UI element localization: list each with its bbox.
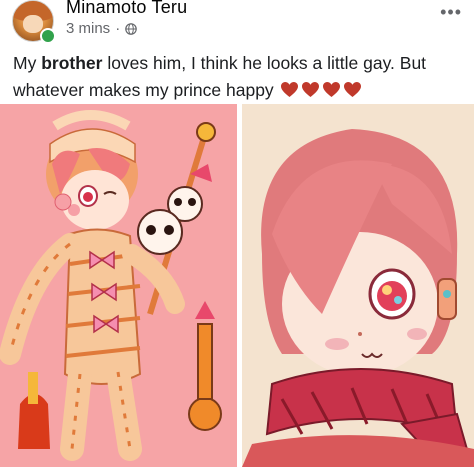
author-name[interactable]: Minamoto Teru <box>66 0 187 18</box>
left-illustration <box>0 104 237 467</box>
post-text-bold: brother <box>41 53 103 73</box>
avatar-face <box>23 15 43 33</box>
timestamp[interactable]: 3 mins <box>66 20 110 37</box>
globe-icon <box>125 22 137 35</box>
heart-emoji-icon <box>280 81 298 98</box>
heart-emoji-icon <box>301 81 319 98</box>
meta-separator: · <box>115 20 121 37</box>
heart-emoji-icon <box>343 81 361 98</box>
left-photo[interactable] <box>0 104 237 467</box>
post-meta: 3 mins · <box>66 20 137 37</box>
right-photo[interactable] <box>242 104 474 467</box>
post-text-start: My <box>13 53 42 73</box>
hearts-group <box>280 81 362 98</box>
more-options-icon[interactable]: ••• <box>440 2 462 23</box>
right-illustration <box>242 104 474 467</box>
post-header: Minamoto Teru 3 mins · ••• <box>0 0 474 44</box>
post-text: My brother loves him, I think he looks a… <box>13 50 468 104</box>
heart-emoji-icon <box>322 81 340 98</box>
online-status-dot <box>40 28 56 44</box>
